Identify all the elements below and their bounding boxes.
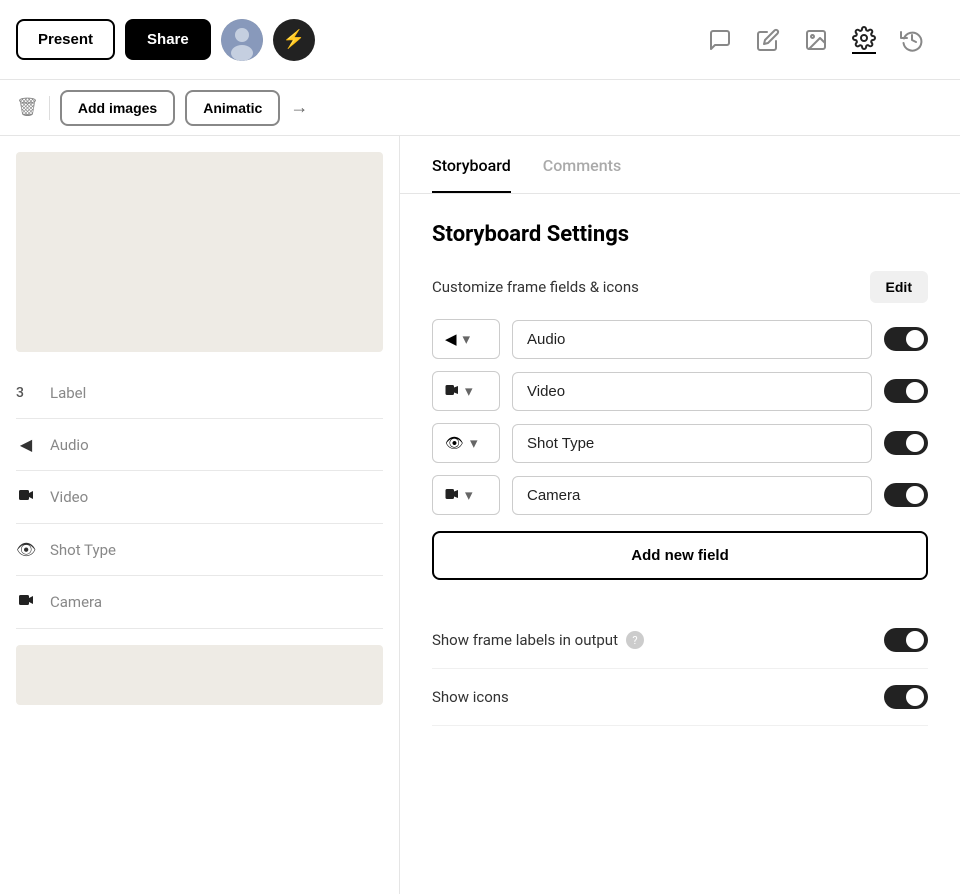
chevron-down-icon: ▾ <box>463 330 471 348</box>
video-icon <box>445 382 459 400</box>
shot-type-icon: 👁 <box>445 434 464 452</box>
list-item: Video <box>16 471 383 524</box>
list-item: 3 Label <box>16 368 383 419</box>
animatic-button[interactable]: Animatic <box>185 90 280 126</box>
arrow-right-icon[interactable]: → <box>290 97 308 118</box>
frame-preview-top <box>16 152 383 352</box>
audio-toggle[interactable] <box>884 327 928 351</box>
shot-type-field-icon: 👁 <box>16 540 36 559</box>
camera-icon <box>445 486 459 504</box>
field-label: Shot Type <box>50 541 116 559</box>
frame-preview-bottom <box>16 645 383 705</box>
lightning-button[interactable]: ⚡ <box>273 19 315 61</box>
trash-icon[interactable]: 🗑 <box>16 97 39 118</box>
show-icons-label: Show icons <box>432 688 509 706</box>
chevron-down-icon: ▾ <box>470 434 478 452</box>
avatar[interactable] <box>221 19 263 61</box>
share-button[interactable]: Share <box>125 19 211 60</box>
top-bar: Present Share ⚡ <box>0 0 960 80</box>
top-bar-right <box>416 26 944 54</box>
edit-icon[interactable] <box>756 28 780 52</box>
audio-icon-select[interactable]: ◀ ▾ <box>432 319 500 359</box>
field-label: Camera <box>50 593 102 611</box>
list-item: 👁 Shot Type <box>16 524 383 576</box>
chat-icon[interactable] <box>708 28 732 52</box>
camera-name-input[interactable] <box>512 476 872 515</box>
audio-field-icon: ◀ <box>16 435 36 454</box>
field-row-video: ▾ <box>432 371 928 411</box>
tab-storyboard[interactable]: Storyboard <box>432 156 511 193</box>
camera-icon-select[interactable]: ▾ <box>432 475 500 515</box>
top-bar-left: Present Share ⚡ <box>16 19 416 61</box>
left-panel: 3 Label ◀ Audio Video 👁 <box>0 136 400 894</box>
field-row-shot-type: 👁 ▾ <box>432 423 928 463</box>
settings-title: Storyboard Settings <box>432 222 928 247</box>
tab-comments[interactable]: Comments <box>543 156 621 193</box>
video-toggle[interactable] <box>884 379 928 403</box>
video-name-input[interactable] <box>512 372 872 411</box>
frame-fields-list: 3 Label ◀ Audio Video 👁 <box>0 368 399 629</box>
shot-type-name-input[interactable] <box>512 424 872 463</box>
customize-label: Customize frame fields & icons <box>432 278 639 296</box>
image-icon[interactable] <box>804 28 828 52</box>
video-field-icon <box>16 487 36 507</box>
chevron-down-icon: ▾ <box>465 382 473 400</box>
frame-number: 3 <box>16 385 36 401</box>
divider <box>49 96 50 120</box>
add-images-button[interactable]: Add images <box>60 90 175 126</box>
show-frame-labels-toggle[interactable] <box>884 628 928 652</box>
show-icons-toggle[interactable] <box>884 685 928 709</box>
second-bar: 🗑 Add images Animatic → <box>0 80 960 136</box>
edit-button[interactable]: Edit <box>870 271 928 303</box>
right-panel: Storyboard Comments Storyboard Settings … <box>400 136 960 894</box>
camera-field-icon <box>16 592 36 612</box>
chevron-down-icon: ▾ <box>465 486 473 504</box>
field-row-camera: ▾ <box>432 475 928 515</box>
add-new-field-button[interactable]: Add new field <box>432 531 928 580</box>
settings-content: Storyboard Settings Customize frame fiel… <box>400 194 960 754</box>
field-label: Label <box>50 384 86 402</box>
list-item: ◀ Audio <box>16 419 383 471</box>
field-row-audio: ◀ ▾ <box>432 319 928 359</box>
help-icon[interactable]: ? <box>626 631 644 649</box>
camera-toggle[interactable] <box>884 483 928 507</box>
list-item: Camera <box>16 576 383 629</box>
settings-icon[interactable] <box>852 26 876 54</box>
section-header: Customize frame fields & icons Edit <box>432 271 928 303</box>
history-icon[interactable] <box>900 28 924 52</box>
audio-name-input[interactable] <box>512 320 872 359</box>
lightning-icon: ⚡ <box>283 29 305 50</box>
audio-icon: ◀ <box>445 330 457 348</box>
video-icon-select[interactable]: ▾ <box>432 371 500 411</box>
shot-type-toggle[interactable] <box>884 431 928 455</box>
shot-type-icon-select[interactable]: 👁 ▾ <box>432 423 500 463</box>
show-frame-labels-label: Show frame labels in output ? <box>432 631 644 649</box>
tabs-bar: Storyboard Comments <box>400 136 960 194</box>
main-layout: 3 Label ◀ Audio Video 👁 <box>0 136 960 894</box>
show-icons-row: Show icons <box>432 669 928 726</box>
user-avatar <box>221 19 263 61</box>
second-bar-left: 🗑 Add images Animatic → <box>16 90 416 126</box>
field-label: Video <box>50 488 88 506</box>
show-frame-labels-row: Show frame labels in output ? <box>432 612 928 669</box>
field-label: Audio <box>50 436 89 454</box>
present-button[interactable]: Present <box>16 19 115 60</box>
